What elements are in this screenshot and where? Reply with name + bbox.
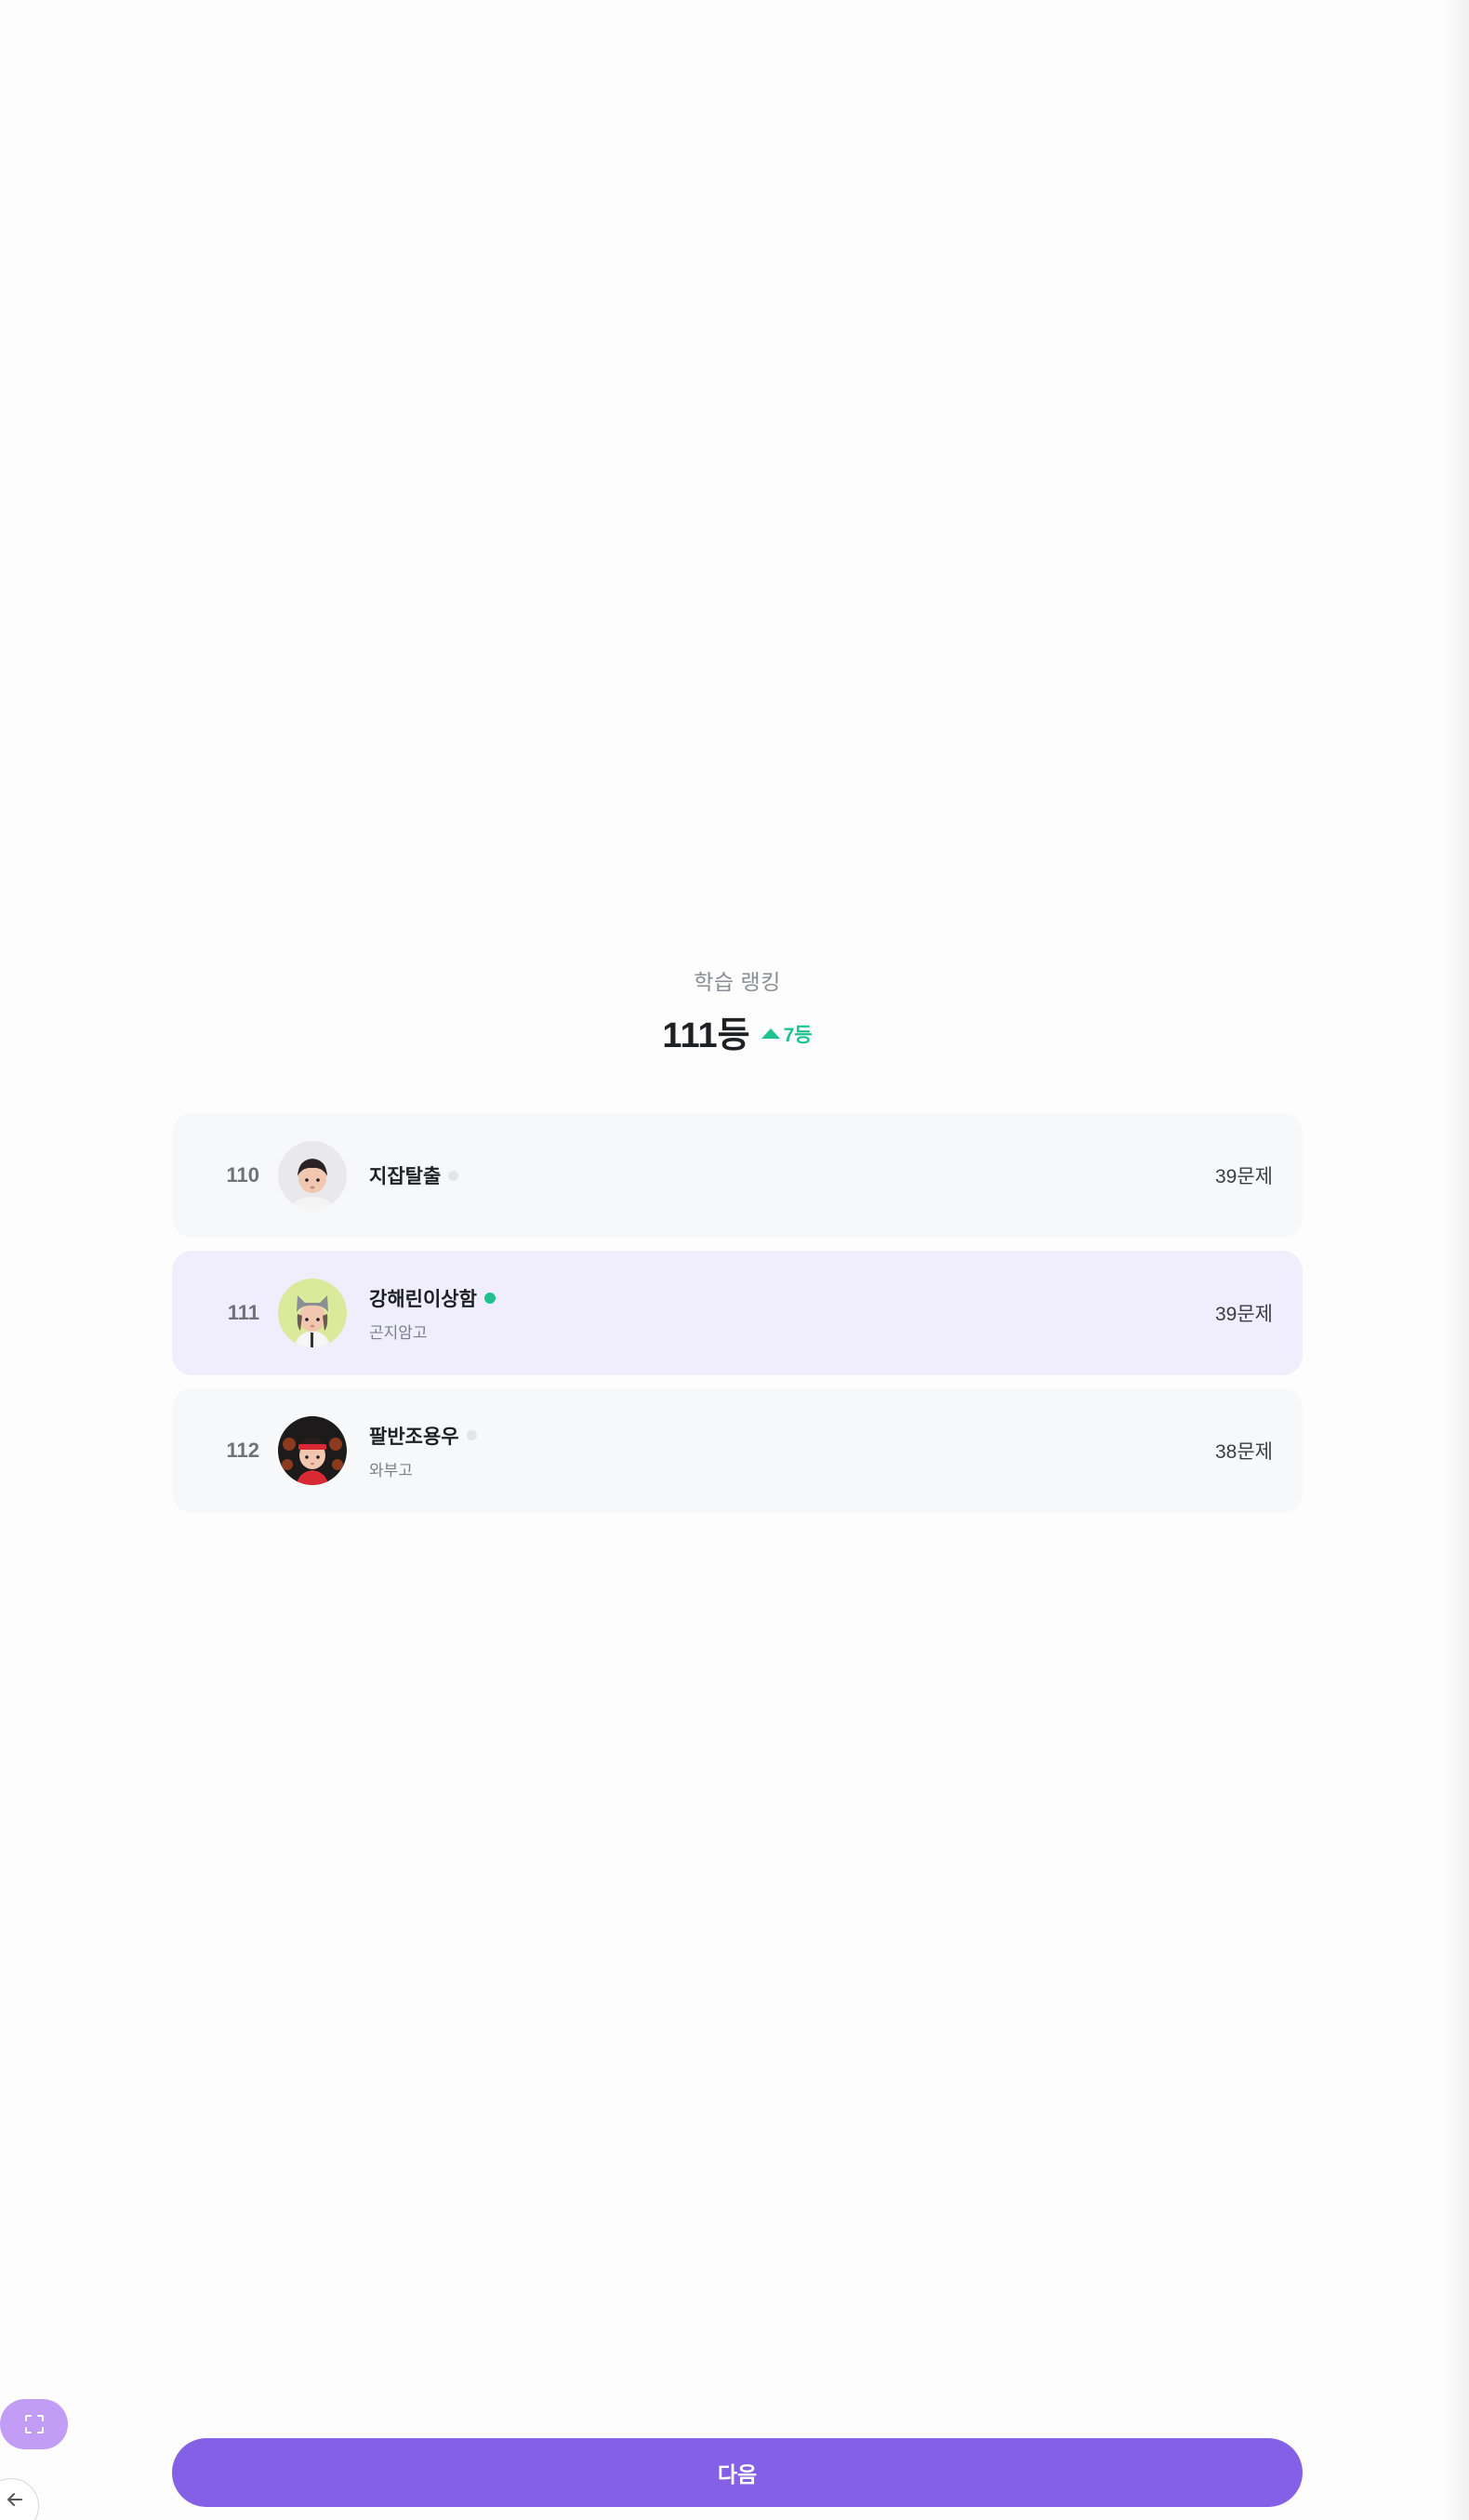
arrow-left-icon [7,2493,22,2506]
rank-row-me[interactable]: 111 강해린이상함 곤지암고 39문제 [172,1251,1303,1375]
ranking-page: 학습 랭킹 111등 7등 110 지잡탈출 39문제 111 강해린이상함 곤… [0,0,1469,2520]
user-info: 지잡탈출 [369,1161,459,1189]
rank-change-badge: 7등 [761,1020,813,1048]
offline-status-dot [466,1430,477,1440]
rank-row[interactable]: 112 팔반조용우 와부고 38문제 [172,1388,1303,1513]
user-info: 팔반조용우 와부고 [369,1422,477,1480]
page-edge-shadow [1441,0,1469,2520]
rank-list: 110 지잡탈출 39문제 111 강해린이상함 곤지암고 39문제 112 팔… [172,1113,1303,1526]
back-button[interactable] [0,2478,39,2520]
triangle-up-icon [761,1028,780,1039]
online-status-dot [483,1292,496,1304]
user-info: 강해린이상함 곤지암고 [369,1284,496,1343]
ranking-title: 학습 랭킹 [694,970,781,994]
row-rank-number: 111 [227,1301,259,1324]
school-name: 곤지암고 [369,1323,428,1342]
boy-dark-hair-avatar [278,1141,347,1210]
rank-change-value: 7등 [783,1024,813,1046]
solved-count: 38문제 [1215,1441,1273,1463]
row-rank-number: 112 [226,1439,260,1462]
user-name: 지잡탈출 [369,1166,442,1187]
rank-row[interactable]: 110 지잡탈출 39문제 [172,1113,1303,1238]
solved-count: 39문제 [1215,1304,1273,1325]
next-button[interactable]: 다음 [172,2438,1303,2507]
solved-count: 39문제 [1215,1166,1273,1187]
school-name: 와부고 [369,1461,413,1479]
rank-summary: 111등 7등 [0,1006,1469,1057]
cat-ear-hat-avatar [278,1279,347,1347]
fullscreen-icon [24,2415,44,2434]
row-rank-number: 110 [226,1163,260,1187]
user-name: 팔반조용우 [369,1426,459,1448]
user-name: 강해린이상함 [369,1288,477,1310]
fullscreen-button[interactable] [0,2399,68,2449]
offline-status-dot [448,1170,459,1181]
my-rank: 111등 [662,1016,750,1055]
red-headband-avatar [278,1416,347,1485]
